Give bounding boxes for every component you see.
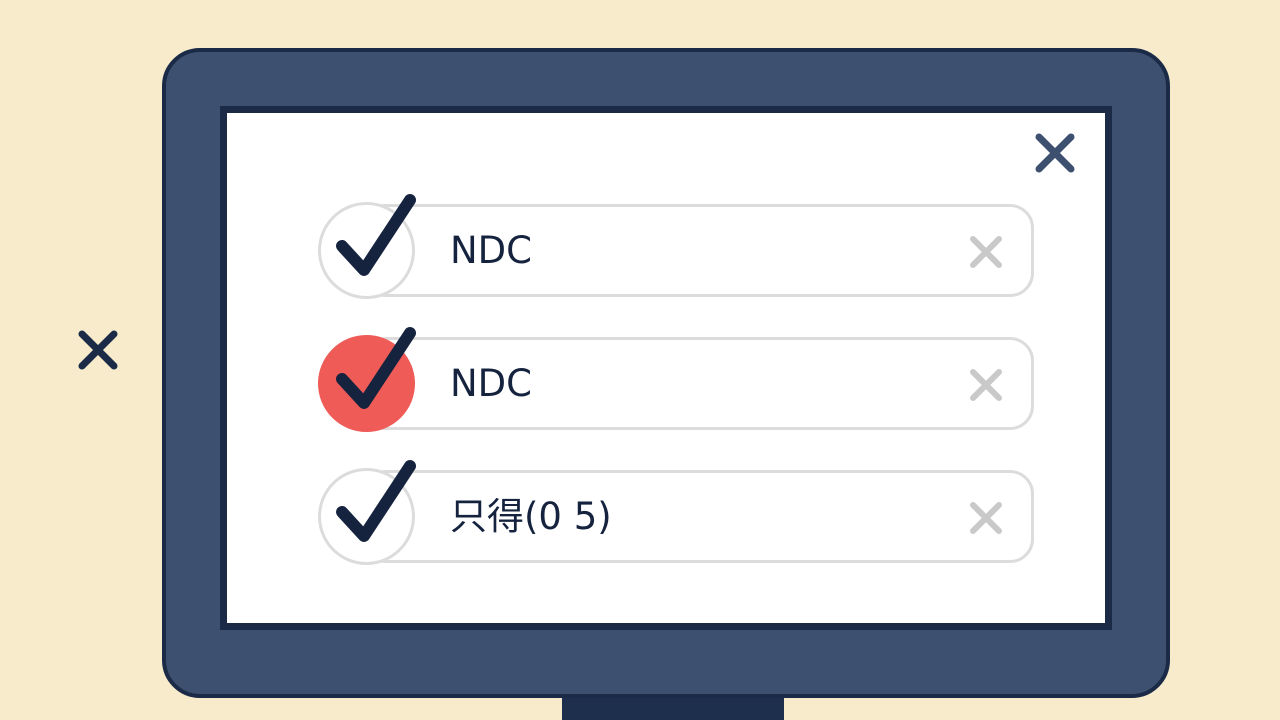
close-icon[interactable] xyxy=(968,234,1004,270)
close-icon[interactable] xyxy=(72,324,124,376)
checkmark-icon xyxy=(336,327,416,409)
list-item[interactable]: 只得(0 5) xyxy=(318,460,1034,565)
scene: NDC NDC 只得(0 5) xyxy=(0,0,1280,720)
list-item[interactable]: NDC xyxy=(318,194,1034,299)
close-icon[interactable] xyxy=(968,500,1004,536)
checkmark-icon xyxy=(336,460,416,542)
list-item[interactable]: NDC xyxy=(318,327,1034,432)
list-item-label: NDC xyxy=(450,362,533,405)
checkmark-icon xyxy=(336,194,416,276)
list-item-label: 只得(0 5) xyxy=(450,495,612,538)
close-icon[interactable] xyxy=(968,367,1004,403)
list-item-label: NDC xyxy=(450,229,533,272)
close-icon[interactable] xyxy=(1030,128,1080,178)
